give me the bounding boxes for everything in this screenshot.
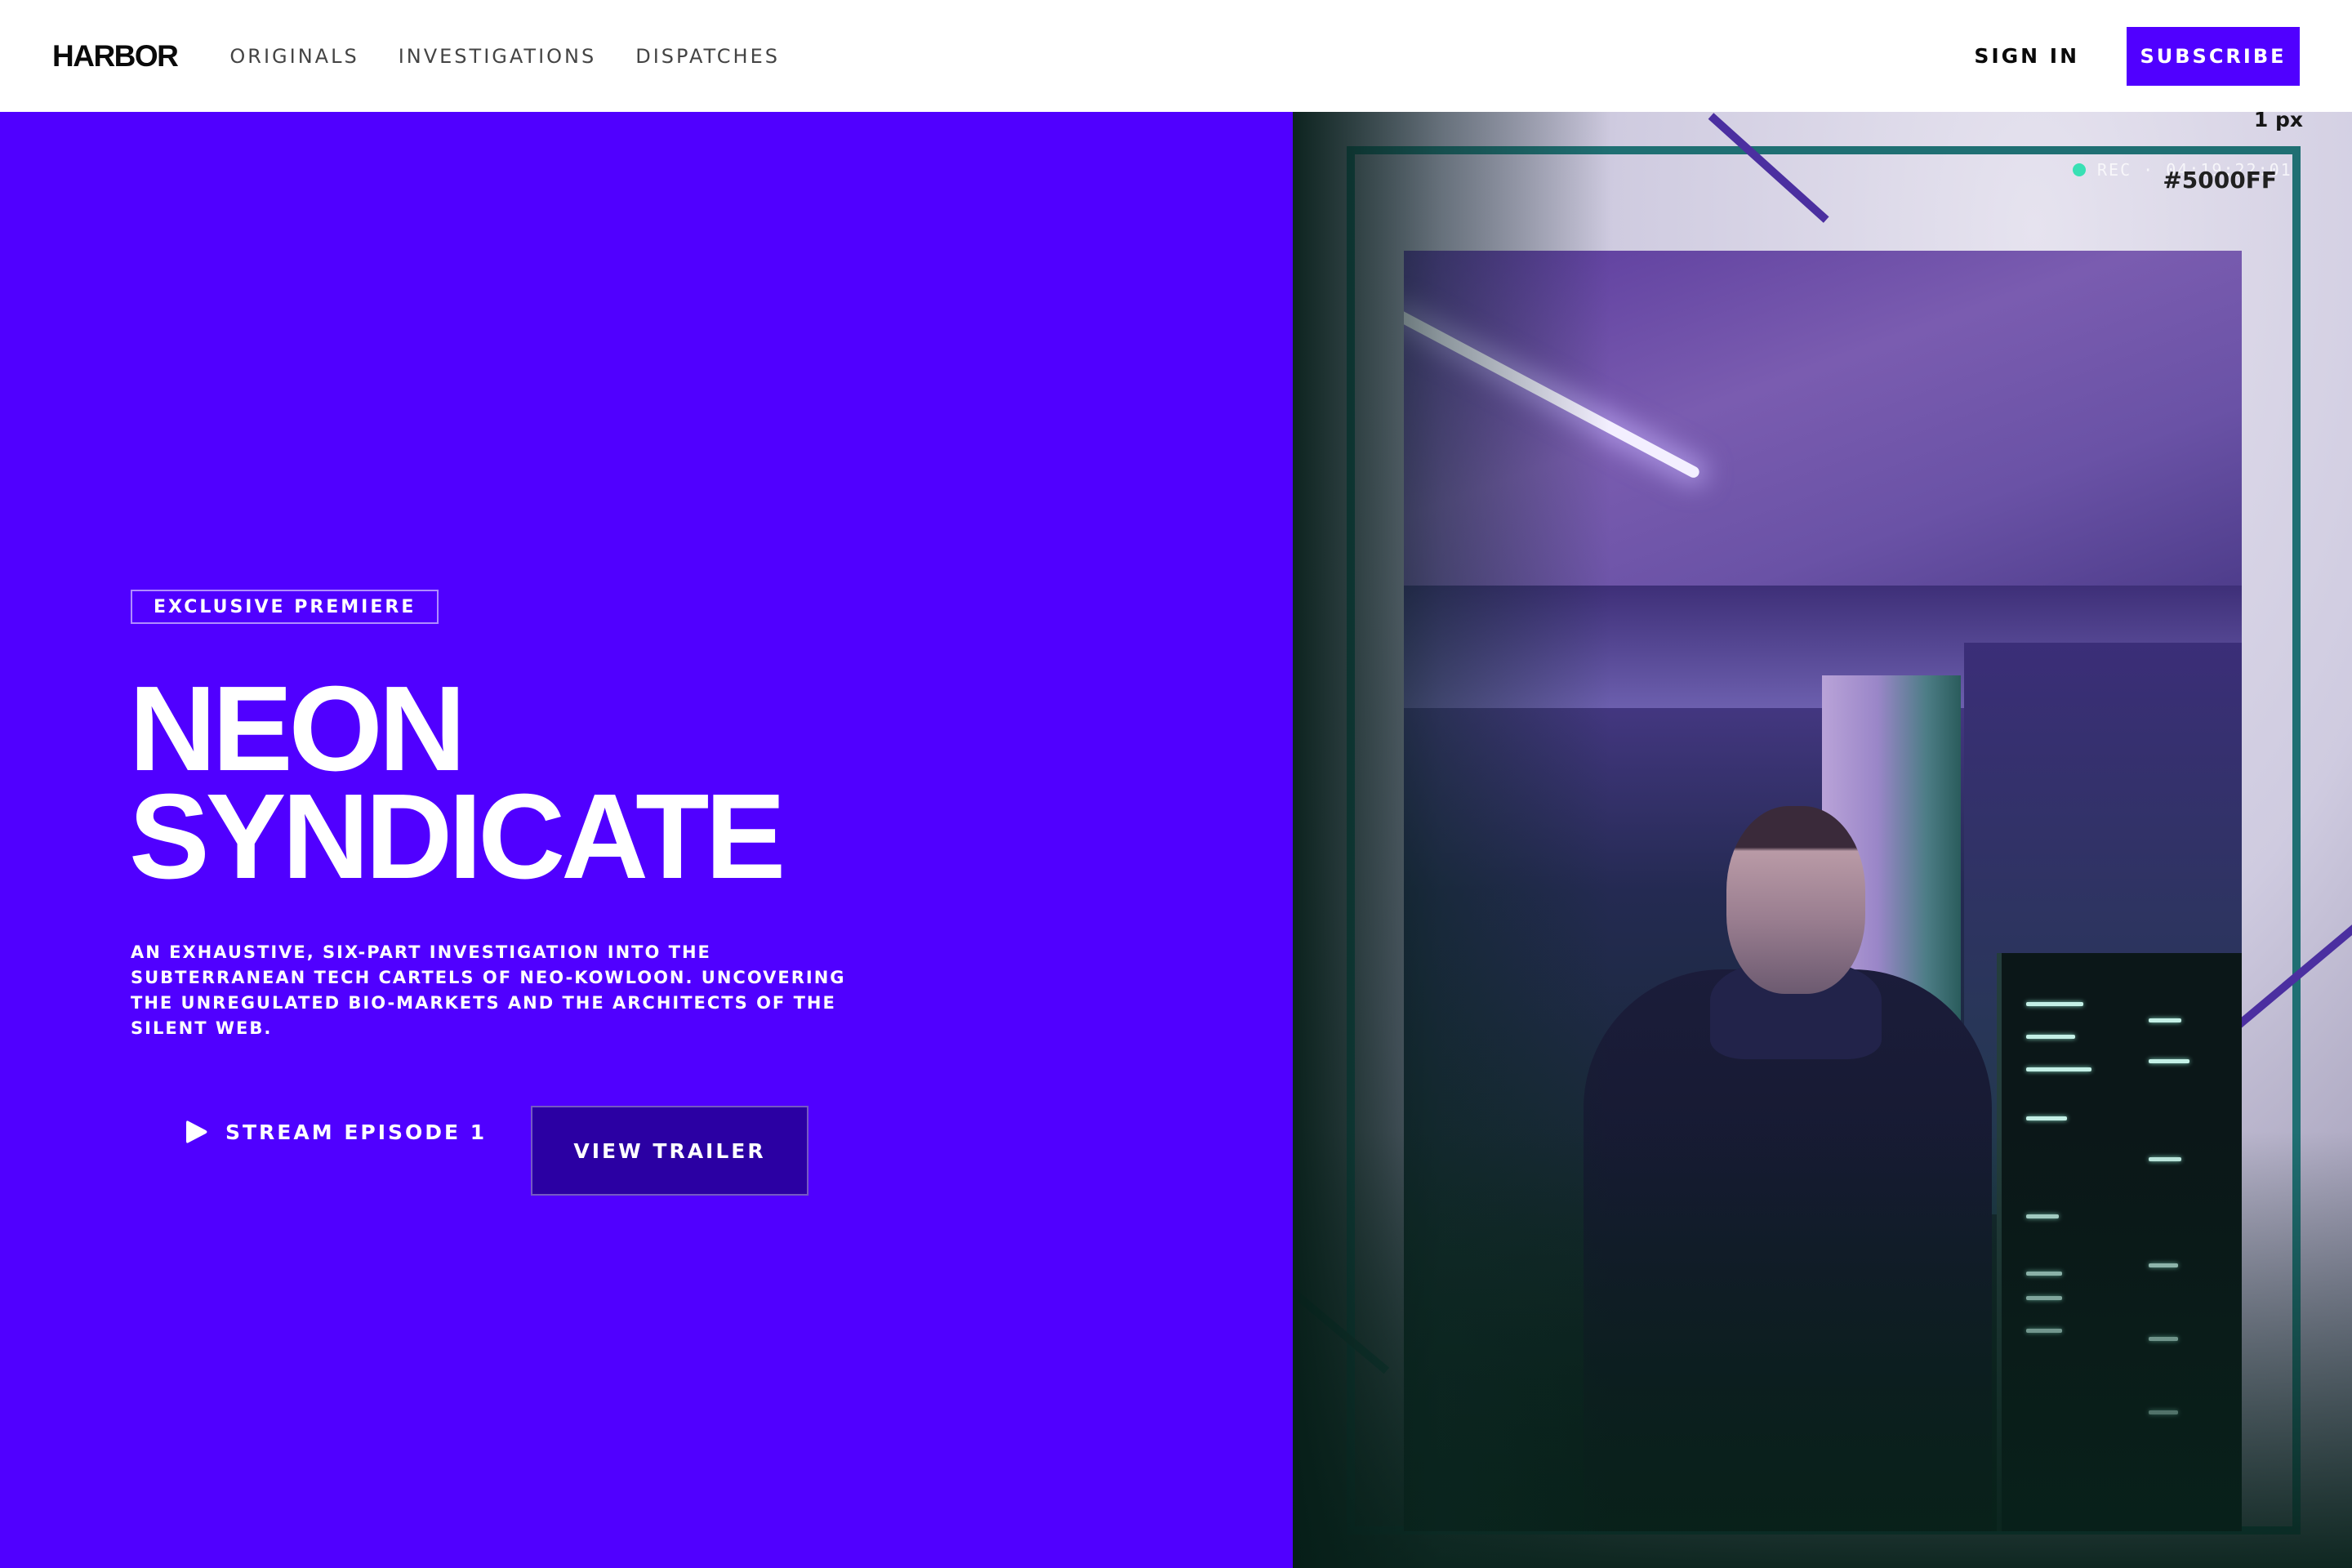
stream-episode-label: STREAM EPISODE 1 [225,1120,488,1144]
nav-dispatches[interactable]: DISPATCHES [635,45,780,68]
sign-in-link[interactable]: SIGN IN [1974,44,2079,68]
exclusive-premiere-badge: EXCLUSIVE PREMIERE [131,590,439,624]
nav-originals[interactable]: ORIGINALS [229,45,359,68]
subscribe-button[interactable]: SUBSCRIBE [2127,26,2300,86]
hero-visual-panel [1293,112,2352,1568]
hero-title-line-1: NEON [129,662,466,796]
hero-description: AN EXHAUSTIVE, SIX-PART INVESTIGATION IN… [131,942,846,1038]
site-header: HARBOR ORIGINALS INVESTIGATIONS DISPATCH… [0,0,2352,112]
play-icon [186,1120,207,1143]
nav-investigations[interactable]: INVESTIGATIONS [399,45,597,68]
header-actions: SIGN IN SUBSCRIBE [1974,26,2300,86]
view-trailer-button[interactable]: VIEW TRAILER [531,1106,808,1196]
hero-title-line-2: SYNDICATE [129,769,786,904]
primary-nav: ORIGINALS INVESTIGATIONS DISPATCHES [229,45,780,68]
hero-text-panel: EXCLUSIVE PREMIERE NEON SYNDICATE AN EXH… [0,112,1293,1568]
stream-episode-button[interactable]: STREAM EPISODE 1 [186,1120,487,1144]
shadow-overlay [1293,112,2352,1568]
harbor-logo[interactable]: HARBOR [52,39,179,74]
color-hex-label: #5000FF [2163,167,2277,194]
rec-dot-icon [2073,163,2086,176]
hero-title: NEON SYNDICATE [129,662,786,904]
